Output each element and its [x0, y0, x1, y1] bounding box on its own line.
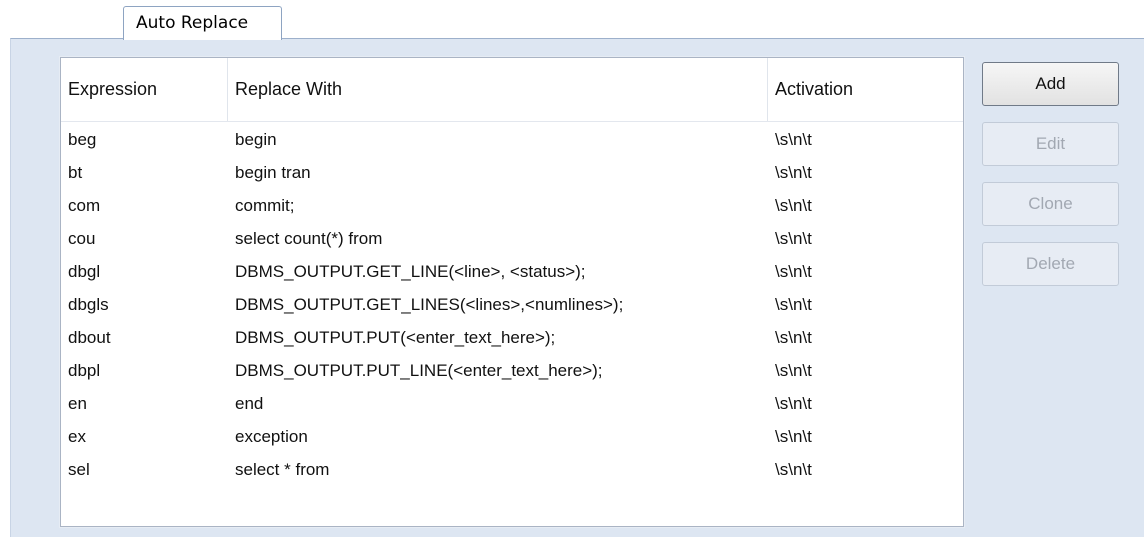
cell-expression: dbgls: [68, 295, 109, 314]
table-row[interactable]: dbgls DBMS_OUTPUT.GET_LINES(<lines>,<numl…: [61, 288, 963, 321]
cell-replace-with: DBMS_OUTPUT.GET_LINES(<lines>,<numlines>…: [235, 295, 624, 314]
list-header: Expression Replace With Activation: [61, 58, 963, 122]
cell-activation: \s\n\t: [775, 295, 812, 314]
add-button[interactable]: Add: [982, 62, 1119, 106]
tab-auto-replace-label: Auto Replace: [136, 13, 249, 33]
table-row[interactable]: bt begin tran \s\n\t: [61, 156, 963, 189]
cell-activation: \s\n\t: [775, 328, 812, 347]
cell-expression: dbpl: [68, 361, 101, 380]
delete-button[interactable]: Delete: [982, 242, 1119, 286]
cell-activation: \s\n\t: [775, 196, 812, 215]
cell-expression: sel: [68, 460, 90, 479]
tab-auto-replace[interactable]: Auto Replace: [123, 6, 282, 40]
table-row[interactable]: beg begin \s\n\t: [61, 123, 963, 156]
cell-expression: bt: [68, 163, 83, 182]
table-row[interactable]: en end \s\n\t: [61, 387, 963, 420]
cell-expression: dbout: [68, 328, 111, 347]
cell-activation: \s\n\t: [775, 163, 812, 182]
cell-expression: en: [68, 394, 87, 413]
column-header-replace-with[interactable]: Replace With: [228, 58, 767, 121]
cell-activation: \s\n\t: [775, 394, 812, 413]
table-row[interactable]: sel select * from \s\n\t: [61, 453, 963, 486]
table-row[interactable]: cou select count(*) from \s\n\t: [61, 222, 963, 255]
cell-activation: \s\n\t: [775, 229, 812, 248]
auto-replace-list[interactable]: Expression Replace With Activation beg be…: [59, 56, 965, 528]
cell-activation: \s\n\t: [775, 460, 812, 479]
table-row[interactable]: dbgl DBMS_OUTPUT.GET_LINE(<line>, <status…: [61, 255, 963, 288]
cell-replace-with: DBMS_OUTPUT.PUT(<enter_text_here>);: [235, 328, 556, 347]
table-row[interactable]: com commit; \s\n\t: [61, 189, 963, 222]
cell-replace-with: end: [235, 394, 264, 413]
table-row[interactable]: dbout DBMS_OUTPUT.PUT(<enter_text_here>);…: [61, 321, 963, 354]
clone-button[interactable]: Clone: [982, 182, 1119, 226]
cell-expression: cou: [68, 229, 96, 248]
column-header-expression[interactable]: Expression: [61, 58, 227, 121]
cell-expression: dbgl: [68, 262, 101, 281]
cell-expression: com: [68, 196, 101, 215]
cell-activation: \s\n\t: [775, 262, 812, 281]
cell-activation: \s\n\t: [775, 361, 812, 380]
cell-replace-with: begin tran: [235, 163, 311, 182]
cell-replace-with: select * from: [235, 460, 330, 479]
table-row[interactable]: dbpl DBMS_OUTPUT.PUT_LINE(<enter_text_her…: [61, 354, 963, 387]
cell-activation: \s\n\t: [775, 427, 812, 446]
edit-button[interactable]: Edit: [982, 122, 1119, 166]
table-row[interactable]: ex exception \s\n\t: [61, 420, 963, 453]
cell-replace-with: exception: [235, 427, 308, 446]
cell-replace-with: begin: [235, 130, 277, 149]
cell-replace-with: select count(*) from: [235, 229, 383, 248]
cell-expression: ex: [68, 427, 86, 446]
cell-activation: \s\n\t: [775, 130, 812, 149]
column-header-activation[interactable]: Activation: [768, 58, 963, 121]
cell-replace-with: DBMS_OUTPUT.GET_LINE(<line>, <status>);: [235, 262, 586, 281]
cell-replace-with: DBMS_OUTPUT.PUT_LINE(<enter_text_here>);: [235, 361, 603, 380]
cell-replace-with: commit;: [235, 196, 295, 215]
cell-expression: beg: [68, 130, 97, 149]
